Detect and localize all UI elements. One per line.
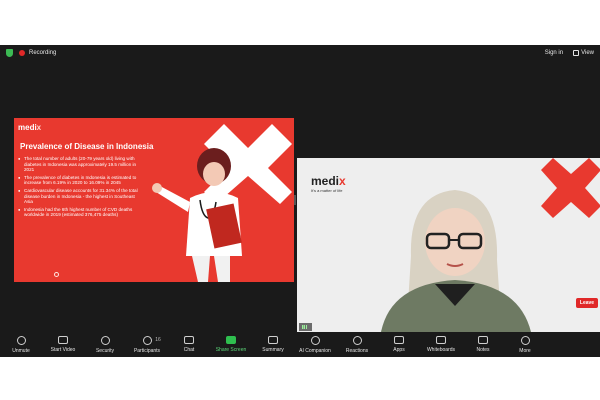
participants-icon	[142, 336, 152, 345]
notes-icon	[478, 336, 488, 344]
more-icon	[520, 336, 530, 345]
video-off-icon	[58, 336, 68, 344]
meeting-toolbar: Unmute Start Video Security 16 Participa…	[0, 332, 600, 357]
more-button[interactable]: More	[504, 336, 546, 354]
notes-button[interactable]: Notes	[462, 336, 504, 353]
summary-icon	[268, 336, 278, 344]
slide-control-icon[interactable]	[54, 272, 59, 277]
ai-companion-icon	[310, 336, 320, 345]
chat-button[interactable]: Chat	[168, 336, 210, 353]
apps-button[interactable]: Apps	[378, 336, 420, 353]
security-button[interactable]: Security	[84, 336, 126, 354]
share-screen-button[interactable]: Share Screen	[210, 336, 252, 353]
reactions-icon	[352, 336, 362, 345]
whiteboard-icon	[436, 336, 446, 344]
slide-bullet: Cardiovascular disease accounts for 31.3…	[18, 188, 144, 205]
security-shield-icon[interactable]	[6, 48, 13, 57]
recording-icon	[19, 49, 25, 56]
reactions-button[interactable]: Reactions	[336, 336, 378, 354]
start-video-button[interactable]: Start Video	[42, 336, 84, 353]
slide-logo: medix	[18, 123, 42, 132]
view-grid-icon	[573, 49, 580, 56]
signal-strength-icon	[302, 325, 307, 329]
whiteboards-button[interactable]: Whiteboards	[420, 336, 462, 353]
zoom-meeting-window: Recording Sign in View medix Prevalence …	[0, 45, 600, 357]
view-button[interactable]: View	[573, 49, 594, 56]
panel-resize-handle[interactable]	[294, 195, 296, 205]
sign-in-button[interactable]: Sign in	[545, 50, 563, 56]
view-label: View	[581, 49, 594, 56]
chat-icon	[184, 336, 194, 344]
background-brand-logo: medix	[311, 174, 346, 188]
participants-count: 16	[155, 337, 161, 343]
recording-label[interactable]: Recording	[29, 50, 56, 56]
leave-button[interactable]: Leave	[576, 298, 598, 308]
slide-bullets: The total number of adults (20-79 years …	[18, 156, 144, 220]
participants-button[interactable]: 16 Participants	[126, 336, 168, 354]
apps-icon	[394, 336, 404, 344]
slide-bullet: The total number of adults (20-79 years …	[18, 156, 144, 173]
doctor-illustration	[152, 148, 242, 282]
summary-button[interactable]: Summary	[252, 336, 294, 353]
unmute-button[interactable]: Unmute	[0, 336, 42, 354]
background-tagline: It's a matter of life	[311, 188, 343, 193]
top-bar: Recording Sign in View	[0, 45, 600, 60]
shield-icon	[100, 336, 110, 345]
participant-video[interactable]: medix It's a matter of life	[297, 158, 600, 332]
slide-title: Prevalence of Disease in Indonesia	[20, 142, 154, 151]
share-screen-icon	[226, 336, 236, 344]
participant-name-tag	[299, 323, 312, 331]
shared-screen-slide: medix Prevalence of Disease in Indonesia…	[14, 118, 294, 282]
participant-person	[381, 190, 531, 332]
slide-bullet: The prevalence of diabetes in Indonesia …	[18, 175, 144, 186]
microphone-muted-icon	[16, 336, 26, 345]
ai-companion-button[interactable]: AI Companion	[294, 336, 336, 354]
slide-bullet: Indonesia had the 6th highest number of …	[18, 207, 144, 218]
